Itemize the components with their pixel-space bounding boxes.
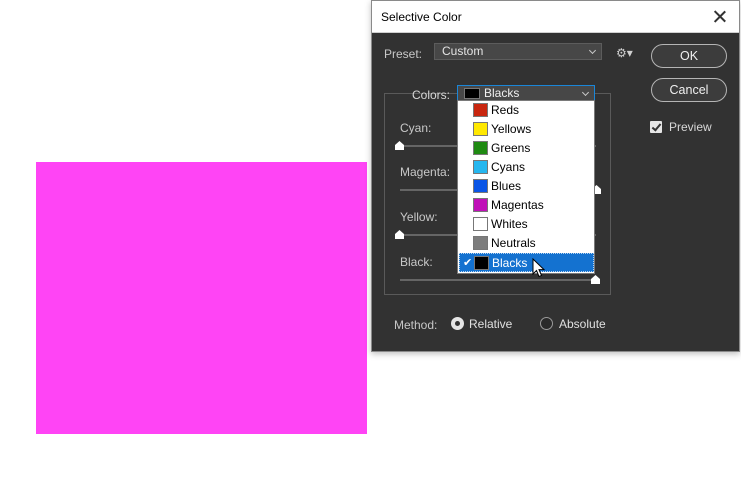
dropdown-item-label: Cyans [491,160,526,174]
dialog-title: Selective Color [381,10,462,24]
blues-swatch [473,179,488,193]
preview-label: Preview [669,120,712,134]
dropdown-item-neutrals[interactable]: Neutrals [458,234,594,253]
dropdown-item-label: Whites [491,217,528,231]
gear-icon[interactable]: ⚙▾ [616,47,633,59]
cancel-button[interactable]: Cancel [651,78,727,102]
black-label: Black: [400,255,433,269]
colors-select[interactable]: Blacks [457,85,595,101]
selective-color-dialog: Selective Color Preset: Custom ⚙▾ OK Can… [371,0,740,352]
method-relative-label: Relative [469,317,513,331]
greens-swatch [473,141,488,155]
dialog-titlebar: Selective Color [372,1,739,33]
dropdown-item-magentas[interactable]: Magentas [458,196,594,215]
preset-label: Preset: [384,47,423,61]
dropdown-item-label: Reds [491,103,520,117]
dropdown-item-blacks[interactable]: ✔ Blacks [459,253,594,272]
magentas-swatch [473,198,488,212]
chevron-down-icon [589,45,597,58]
dropdown-item-label: Yellows [491,122,532,136]
dropdown-item-whites[interactable]: Whites [458,215,594,234]
cyan-label: Cyan: [400,121,432,135]
yellow-slider-thumb[interactable] [395,230,404,239]
canvas-magenta-rectangle [36,162,367,434]
preset-select[interactable]: Custom [434,43,602,60]
dropdown-item-label: Neutrals [491,236,536,250]
method-absolute-label: Absolute [559,317,606,331]
neutrals-swatch [473,236,488,250]
blacks-swatch [474,256,489,270]
preset-value: Custom [442,44,484,58]
magenta-label: Magenta: [400,165,451,179]
dropdown-item-reds[interactable]: Reds [458,101,594,120]
colors-select-swatch [464,88,480,99]
colors-dropdown-list: Reds Yellows Greens Cyans Blues Magentas… [457,100,595,274]
dropdown-item-label: Magentas [491,198,544,212]
method-relative-radio[interactable] [451,317,464,330]
close-icon[interactable] [707,4,733,30]
mouse-pointer-icon [532,258,546,278]
dropdown-item-blues[interactable]: Blues [458,177,594,196]
cyans-swatch [473,160,488,174]
cyan-slider-thumb[interactable] [395,141,404,150]
colors-label: Colors: [412,88,451,102]
black-slider-track[interactable] [400,279,596,281]
dropdown-item-label: Greens [491,141,531,155]
reds-swatch [473,103,488,117]
dropdown-item-yellows[interactable]: Yellows [458,120,594,139]
preview-checkbox[interactable] [650,121,662,133]
ok-button[interactable]: OK [651,44,727,68]
yellows-swatch [473,122,488,136]
checkmark-icon: ✔ [463,257,473,269]
dropdown-item-label: Blacks [492,256,528,270]
dropdown-item-cyans[interactable]: Cyans [458,158,594,177]
yellow-label: Yellow: [400,210,438,224]
method-absolute-radio[interactable] [540,317,553,330]
black-slider-thumb[interactable] [591,275,600,284]
colors-select-value: Blacks [484,86,520,100]
dropdown-item-label: Blues [491,179,522,193]
chevron-down-icon [582,87,590,100]
whites-swatch [473,217,488,231]
method-label: Method: [394,318,438,332]
dropdown-item-greens[interactable]: Greens [458,139,594,158]
